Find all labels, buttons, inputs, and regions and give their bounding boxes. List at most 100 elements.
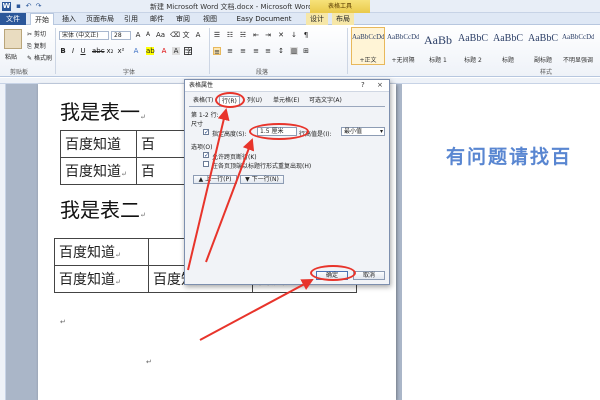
style-name: 不明显强调 — [562, 57, 593, 64]
style-item[interactable]: AaBbC 副标题 — [526, 27, 560, 65]
ribbon-tab[interactable]: 邮件 — [146, 13, 168, 25]
style-item[interactable]: AaBbCcDd +无间隔 — [386, 27, 420, 65]
line-spacing-icon[interactable]: ↕ — [277, 47, 285, 55]
ribbon-tab[interactable]: 引用 — [120, 13, 142, 25]
style-preview: AaBbCcDd — [352, 33, 384, 41]
ribbon-tab[interactable]: 审阅 — [172, 13, 194, 25]
style-item[interactable]: AaBbC 标题 2 — [456, 27, 490, 65]
style-name: +无间隔 — [391, 57, 415, 64]
decrease-indent-icon[interactable]: ⇤ — [252, 31, 260, 39]
underline-icon[interactable]: U — [79, 47, 87, 55]
copy-button[interactable]: ⎘ 复制 — [27, 41, 46, 51]
paste-icon[interactable] — [4, 29, 22, 49]
ribbon-tab[interactable]: 插入 — [58, 13, 80, 25]
phonetic-guide-icon[interactable]: 文 — [182, 31, 190, 39]
italic-icon[interactable]: I — [69, 47, 77, 55]
ribbon-tab[interactable]: 页面布局 — [84, 13, 116, 25]
bullets-icon[interactable]: ☰ — [213, 31, 221, 39]
table1-heading[interactable]: 我是表一↵ — [60, 96, 146, 125]
style-item[interactable]: AaBbC 标题 — [491, 27, 525, 65]
dialog-title: 表格属性 — [185, 80, 389, 92]
style-item[interactable]: AaBbCcDd 不明显强调 — [561, 27, 595, 65]
redo-icon[interactable]: ↷ — [34, 2, 43, 11]
increase-indent-icon[interactable]: ⇥ — [264, 31, 272, 39]
align-center-icon[interactable]: ≡ — [226, 47, 234, 55]
save-icon[interactable]: ▪ — [14, 2, 23, 11]
dialog-tab[interactable]: 表格(T) — [191, 96, 215, 106]
change-case-icon[interactable]: Aa — [156, 31, 165, 39]
undo-icon[interactable]: ↶ — [24, 2, 33, 11]
paste-button[interactable]: 粘贴 — [5, 52, 17, 61]
annotation-circle-row-tab — [215, 92, 245, 108]
paragraph-mark: ↵ — [60, 318, 66, 326]
justify-icon[interactable]: ≡ — [252, 47, 260, 55]
row-height-mode-select[interactable]: 最小值 ▾ — [341, 127, 385, 136]
format-painter-button[interactable]: ✎ 格式刷 — [27, 53, 52, 62]
style-preview: AaBbCcDd — [387, 33, 419, 41]
ribbon-tab[interactable]: 视图 — [198, 13, 222, 25]
ribbon-tab[interactable]: Easy Document Creator — [226, 13, 302, 35]
window-title: 新建 Microsoft Word 文档.docx - Microsoft Wo… — [150, 3, 313, 11]
dialog-tab[interactable]: 列(U) — [245, 96, 264, 106]
specify-height-checkbox[interactable]: ✓ — [203, 129, 209, 136]
char-shading-icon[interactable]: A — [172, 47, 180, 55]
shading-icon[interactable]: ▥ — [290, 47, 298, 55]
align-right-icon[interactable]: ≡ — [239, 47, 247, 55]
close-icon[interactable]: × — [377, 81, 383, 89]
clear-format-icon[interactable]: ⌫ — [170, 31, 180, 39]
size-section-label: 尺寸 — [191, 121, 204, 128]
word-app-icon[interactable]: W — [2, 2, 11, 11]
row-range-label: 第 1-2 行: — [191, 112, 219, 119]
dialog-tab[interactable]: 可选文字(A) — [307, 96, 344, 106]
font-group-label: 字体 — [123, 69, 136, 76]
document-page-2[interactable]: 有问题请找百 — [402, 84, 600, 400]
superscript-icon[interactable]: x² — [117, 47, 125, 55]
font-color-icon[interactable]: A — [160, 47, 168, 55]
font-name-select[interactable]: 宋体 (中文正) — [59, 31, 109, 40]
allow-break-checkbox[interactable]: ✓ — [203, 152, 209, 159]
ribbon-tab[interactable]: 文件 — [0, 13, 26, 25]
style-item[interactable]: AaBb 标题 1 — [421, 27, 455, 65]
table-cell[interactable]: 百度知道↵ — [54, 265, 149, 293]
style-item[interactable]: AaBbCcDd +正文 — [351, 27, 385, 65]
ribbon-tab[interactable]: 设计 — [306, 13, 328, 25]
table-cell[interactable]: 百度知道 — [60, 130, 137, 158]
shrink-font-icon[interactable]: A — [144, 31, 152, 39]
help-icon[interactable]: ? — [361, 81, 365, 89]
ribbon-tab[interactable]: 开始 — [30, 13, 54, 25]
copy-icon: ⎘ — [27, 43, 34, 50]
numbering-icon[interactable]: ☷ — [226, 31, 234, 39]
multilevel-list-icon[interactable]: ☵ — [239, 31, 247, 39]
annotation-circle-ok-button — [310, 265, 356, 281]
bold-icon[interactable]: B — [59, 47, 67, 55]
next-row-button[interactable]: ▼ 下一行(N) — [240, 175, 284, 184]
brush-icon: ✎ — [27, 55, 34, 62]
text-effects-icon[interactable]: A — [132, 47, 140, 55]
show-marks-icon[interactable]: ¶ — [302, 31, 310, 39]
font-size-select[interactable]: 28 — [111, 31, 131, 40]
distributed-icon[interactable]: ≡ — [264, 47, 272, 55]
table-properties-dialog[interactable]: 表格属性 ? × 表格(T) 行(R) 列(U) 单元格(E) 可选文字(A) 第 1-… — [184, 79, 390, 285]
highlight-icon[interactable]: ab — [146, 47, 155, 55]
cut-button[interactable]: ✂ 剪切 — [27, 29, 46, 38]
chinese-layout-icon[interactable]: ✕ — [277, 31, 285, 39]
subscript-icon[interactable]: x₂ — [106, 47, 114, 55]
clipboard-group-label: 剪贴板 — [10, 69, 29, 76]
ribbon-tab-strip: 文件开始插入页面布局引用邮件审阅视图 Easy Document Creator 设… — [0, 13, 600, 35]
strikethrough-icon[interactable]: abc — [92, 47, 105, 55]
borders-icon[interactable]: ⊞ — [302, 47, 310, 55]
repeat-header-checkbox[interactable] — [203, 161, 209, 167]
table-cell[interactable]: 百度知道↵ — [54, 238, 149, 266]
sort-icon[interactable]: ↓ — [290, 31, 298, 39]
align-left-icon[interactable]: ≡ — [213, 47, 221, 56]
cancel-button[interactable]: 取消 — [353, 271, 385, 280]
char-border-icon[interactable]: A — [194, 31, 202, 39]
table-cell[interactable]: 百度知道↵ — [60, 157, 137, 185]
grow-font-icon[interactable]: A — [134, 31, 142, 39]
ribbon-tab[interactable]: 布局 — [332, 13, 354, 25]
previous-row-button[interactable]: ▲ 上一行(P) — [193, 175, 237, 184]
enclose-char-icon[interactable]: 字 — [184, 47, 192, 56]
style-name: +正文 — [359, 57, 377, 64]
table2-heading[interactable]: 我是表二↵ — [60, 194, 146, 223]
dialog-tab[interactable]: 单元格(E) — [271, 96, 301, 106]
